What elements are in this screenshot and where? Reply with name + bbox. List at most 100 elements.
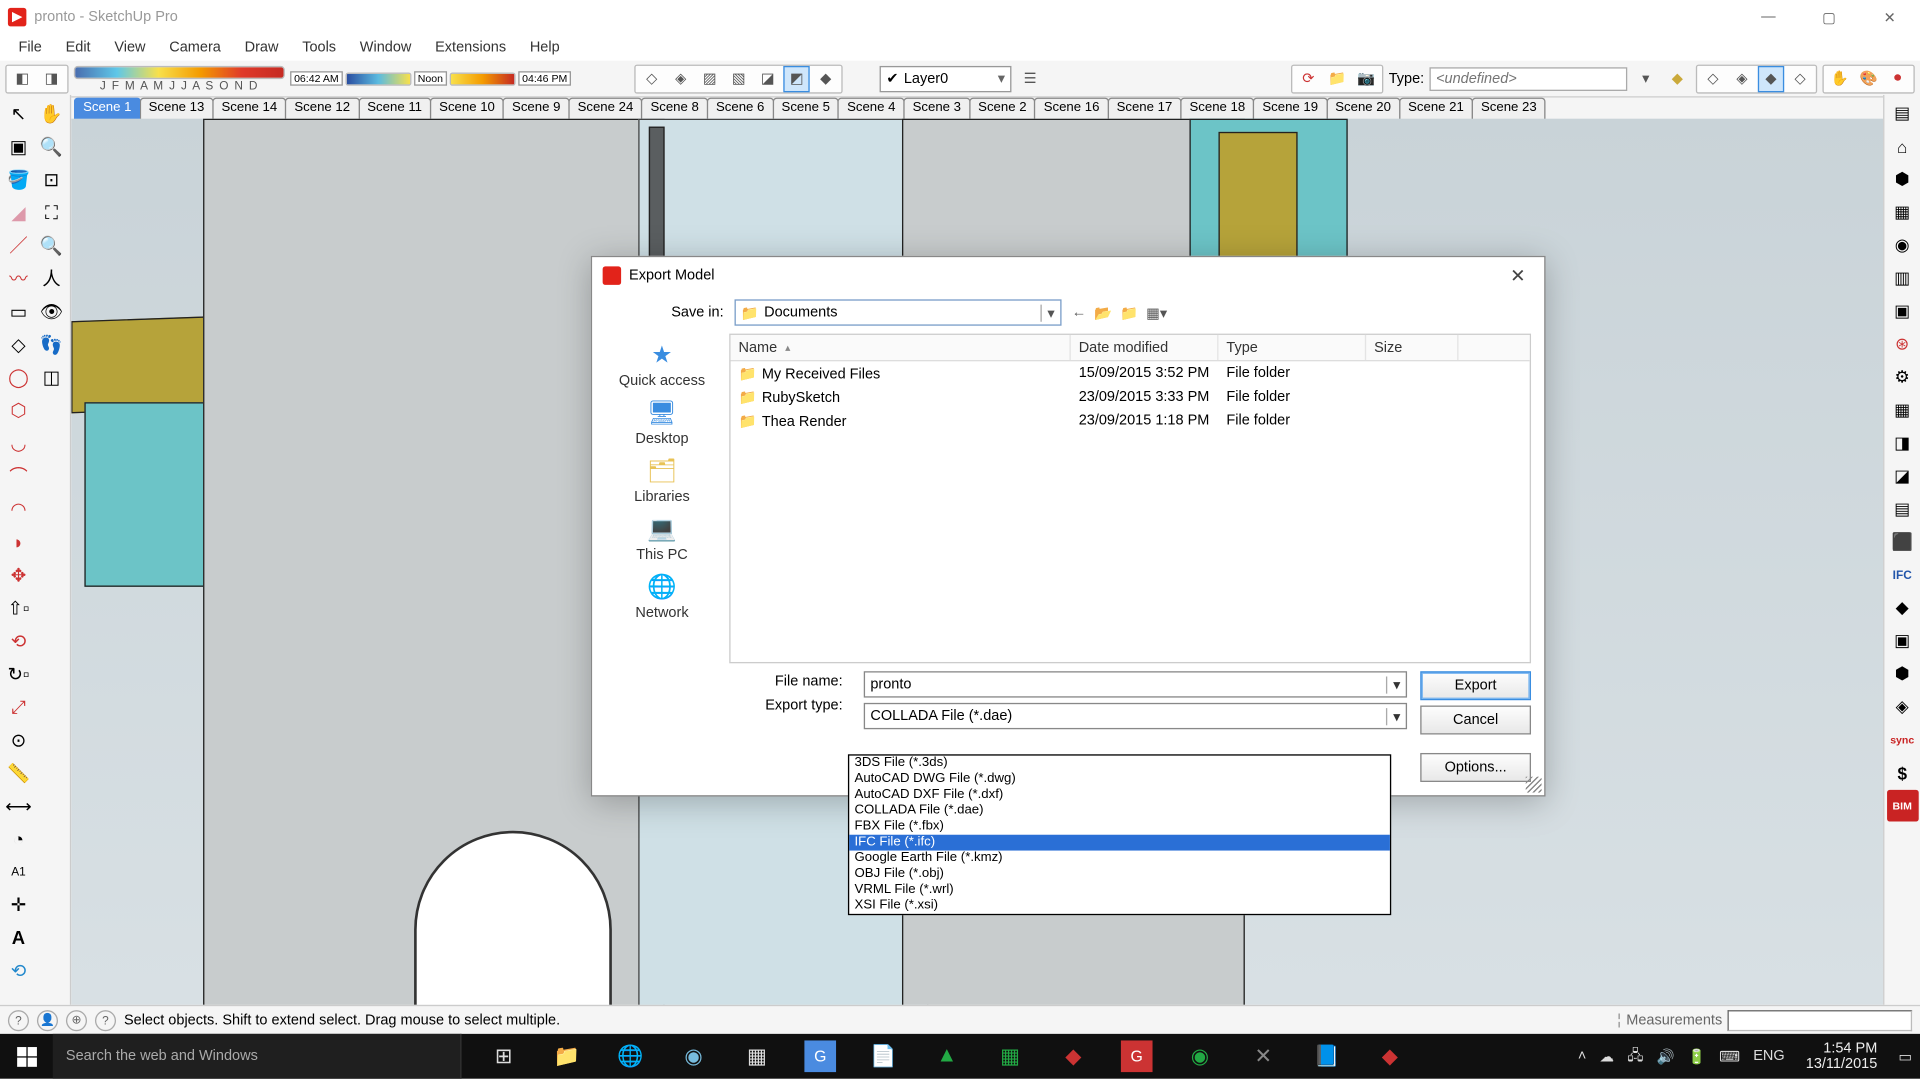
task-app4-icon[interactable]: G bbox=[1121, 1040, 1153, 1072]
walk-tool-icon[interactable]: 👣 bbox=[36, 328, 68, 360]
move-tool-icon[interactable]: ✥ bbox=[3, 559, 35, 591]
shadow-toggle-icon[interactable]: ◧ bbox=[9, 65, 35, 91]
classify-apply-icon[interactable]: ◆ bbox=[1664, 65, 1690, 91]
tray-volume-icon[interactable]: 🔊 bbox=[1657, 1048, 1675, 1065]
pan-tool-icon[interactable]: ✋ bbox=[36, 98, 68, 130]
status-credits-icon[interactable]: ? bbox=[95, 1009, 116, 1030]
col-type[interactable]: Type bbox=[1218, 335, 1366, 360]
polygon-tool-icon[interactable]: ⬡ bbox=[3, 394, 35, 426]
plugin-icon-10[interactable]: ▦ bbox=[1886, 394, 1918, 426]
plugin-icon-1[interactable]: ▤ bbox=[1886, 98, 1918, 130]
export-type-dropdown[interactable]: 3DS File (*.3ds)AutoCAD DWG File (*.dwg)… bbox=[848, 754, 1391, 915]
text-tool-icon[interactable]: A1 bbox=[3, 856, 35, 888]
offset-tool-icon[interactable]: ⊙ bbox=[3, 724, 35, 756]
place-network[interactable]: 🌐Network bbox=[635, 571, 688, 621]
style-hidden-line-icon[interactable]: ▧ bbox=[726, 65, 752, 91]
task-sketchup-icon[interactable]: ◆ bbox=[1042, 1034, 1105, 1079]
place-this-pc[interactable]: 💻This PC bbox=[636, 513, 688, 563]
cancel-button[interactable]: Cancel bbox=[1420, 706, 1531, 735]
solid-outer-icon[interactable]: ◇ bbox=[1700, 65, 1726, 91]
solid-intersect-icon[interactable]: ◈ bbox=[1729, 65, 1755, 91]
tray-keyboard-icon[interactable]: ⌨ bbox=[1719, 1048, 1740, 1065]
plugin-icon-13[interactable]: ▤ bbox=[1886, 493, 1918, 525]
tray-clock[interactable]: 1:54 PM 13/11/2015 bbox=[1798, 1040, 1885, 1072]
col-date[interactable]: Date modified bbox=[1071, 335, 1219, 360]
scale-tool-icon[interactable]: ⤢ bbox=[3, 691, 35, 723]
status-geo-icon[interactable]: ⊕ bbox=[66, 1009, 87, 1030]
rotated-rect-icon[interactable]: ◇ bbox=[3, 328, 35, 360]
menu-view[interactable]: View bbox=[104, 37, 156, 58]
protractor-tool-icon[interactable]: ◔ bbox=[3, 823, 35, 855]
options-button[interactable]: Options... bbox=[1420, 753, 1531, 782]
arc-tool-icon[interactable]: ◡ bbox=[3, 427, 35, 459]
classifier-dropdown-icon[interactable]: ▾ bbox=[1633, 65, 1659, 91]
export-type-option[interactable]: Google Earth File (*.kmz) bbox=[849, 851, 1390, 867]
followme-tool-icon[interactable]: ↻▫ bbox=[3, 658, 35, 690]
export-type-option[interactable]: 3DS File (*.3ds) bbox=[849, 756, 1390, 772]
tray-battery-icon[interactable]: 🔋 bbox=[1688, 1048, 1706, 1065]
menu-tools[interactable]: Tools bbox=[292, 37, 347, 58]
task-app5-icon[interactable]: ◉ bbox=[1168, 1034, 1231, 1079]
export-type-option[interactable]: OBJ File (*.obj) bbox=[849, 866, 1390, 882]
export-button[interactable]: Export bbox=[1420, 671, 1531, 700]
task-view-icon[interactable]: ⊞ bbox=[472, 1034, 535, 1079]
tray-network-icon[interactable]: 🖧 bbox=[1627, 1044, 1643, 1069]
extension-warehouse-icon[interactable]: 📁 bbox=[1324, 65, 1350, 91]
style-xray-icon[interactable]: ◇ bbox=[638, 65, 664, 91]
nav-up-icon[interactable]: 📂 bbox=[1094, 304, 1112, 321]
nav-view-menu-icon[interactable]: ▦▾ bbox=[1146, 304, 1167, 321]
task-app7-icon[interactable]: 📘 bbox=[1295, 1034, 1358, 1079]
plugin-icon-18[interactable]: ⬢ bbox=[1886, 658, 1918, 690]
start-button[interactable] bbox=[0, 1034, 53, 1079]
tape-tool-icon[interactable]: 📏 bbox=[3, 757, 35, 789]
export-type-option[interactable]: AutoCAD DXF File (*.dxf) bbox=[849, 787, 1390, 803]
export-type-option[interactable]: COLLADA File (*.dae) bbox=[849, 803, 1390, 819]
nav-new-folder-icon[interactable]: 📁 bbox=[1120, 304, 1138, 321]
tray-chevron-up-icon[interactable]: ˄ bbox=[1578, 1048, 1586, 1064]
save-in-combo[interactable]: 📁 Documents ▾ bbox=[734, 299, 1061, 325]
3dtext-tool-icon[interactable]: A bbox=[3, 922, 35, 954]
task-explorer-icon[interactable]: 📁 bbox=[535, 1034, 598, 1079]
plugin-icon-2[interactable]: ⌂ bbox=[1886, 131, 1918, 163]
classifier-input[interactable] bbox=[1429, 67, 1627, 91]
style-back-edges-icon[interactable]: ◈ bbox=[668, 65, 694, 91]
pushpull-tool-icon[interactable]: ⇧▫ bbox=[3, 592, 35, 624]
solid-union-icon[interactable]: ◆ bbox=[1758, 65, 1784, 91]
tray-notifications-icon[interactable]: ▭ bbox=[1898, 1048, 1912, 1065]
plugin-icon-4[interactable]: ▦ bbox=[1886, 196, 1918, 228]
time-slider-pm[interactable] bbox=[450, 72, 516, 85]
plugin-icon-7[interactable]: ▣ bbox=[1886, 295, 1918, 327]
arc2-tool-icon[interactable]: ⌒ bbox=[3, 460, 35, 492]
task-app3-icon[interactable]: G bbox=[804, 1040, 836, 1072]
file-row[interactable]: 📁My Received Files15/09/2015 3:52 PMFile… bbox=[731, 361, 1530, 385]
plugin-icon-11[interactable]: ◨ bbox=[1886, 427, 1918, 459]
component-tool-icon[interactable]: ▣ bbox=[3, 131, 35, 163]
plugin-icon-17[interactable]: ▣ bbox=[1886, 625, 1918, 657]
time-slider[interactable] bbox=[345, 72, 411, 85]
status-person-icon[interactable]: 👤 bbox=[37, 1009, 58, 1030]
layer-selector[interactable]: ✔ Layer0 ▾ bbox=[880, 65, 1012, 91]
export-type-option[interactable]: IFC File (*.ifc) bbox=[849, 835, 1390, 851]
style-shaded-icon[interactable]: ◪ bbox=[755, 65, 781, 91]
nav-back-icon[interactable]: ← bbox=[1072, 304, 1087, 321]
style-monochrome-icon[interactable]: ◆ bbox=[813, 65, 839, 91]
plugin-icon-19[interactable]: ◈ bbox=[1886, 691, 1918, 723]
position-camera-icon[interactable]: 人 bbox=[36, 262, 68, 294]
maximize-button[interactable]: ▢ bbox=[1799, 0, 1860, 34]
rotate-tool-icon[interactable]: ⟲ bbox=[3, 625, 35, 657]
task-app1-icon[interactable]: ◉ bbox=[662, 1034, 725, 1079]
date-slider[interactable] bbox=[74, 65, 285, 78]
paint-icon[interactable]: 🎨 bbox=[1855, 65, 1881, 91]
hand-icon[interactable]: ✋ bbox=[1826, 65, 1852, 91]
col-size[interactable]: Size bbox=[1366, 335, 1458, 360]
plugin-icon-14[interactable]: ⬛ bbox=[1886, 526, 1918, 558]
export-type-option[interactable]: VRML File (*.wrl) bbox=[849, 882, 1390, 898]
task-docs-icon[interactable]: 📄 bbox=[852, 1034, 915, 1079]
line-tool-icon[interactable]: ／ bbox=[3, 229, 35, 261]
pie-tool-icon[interactable]: ◗ bbox=[3, 526, 35, 558]
plugin-dollar-icon[interactable]: $ bbox=[1886, 757, 1918, 789]
style-shaded-textures-icon[interactable]: ◩ bbox=[784, 65, 810, 91]
look-around-icon[interactable]: 👁 bbox=[36, 295, 68, 327]
tray-lang[interactable]: ENG bbox=[1753, 1048, 1784, 1064]
solid-subtract-icon[interactable]: ◇ bbox=[1787, 65, 1813, 91]
